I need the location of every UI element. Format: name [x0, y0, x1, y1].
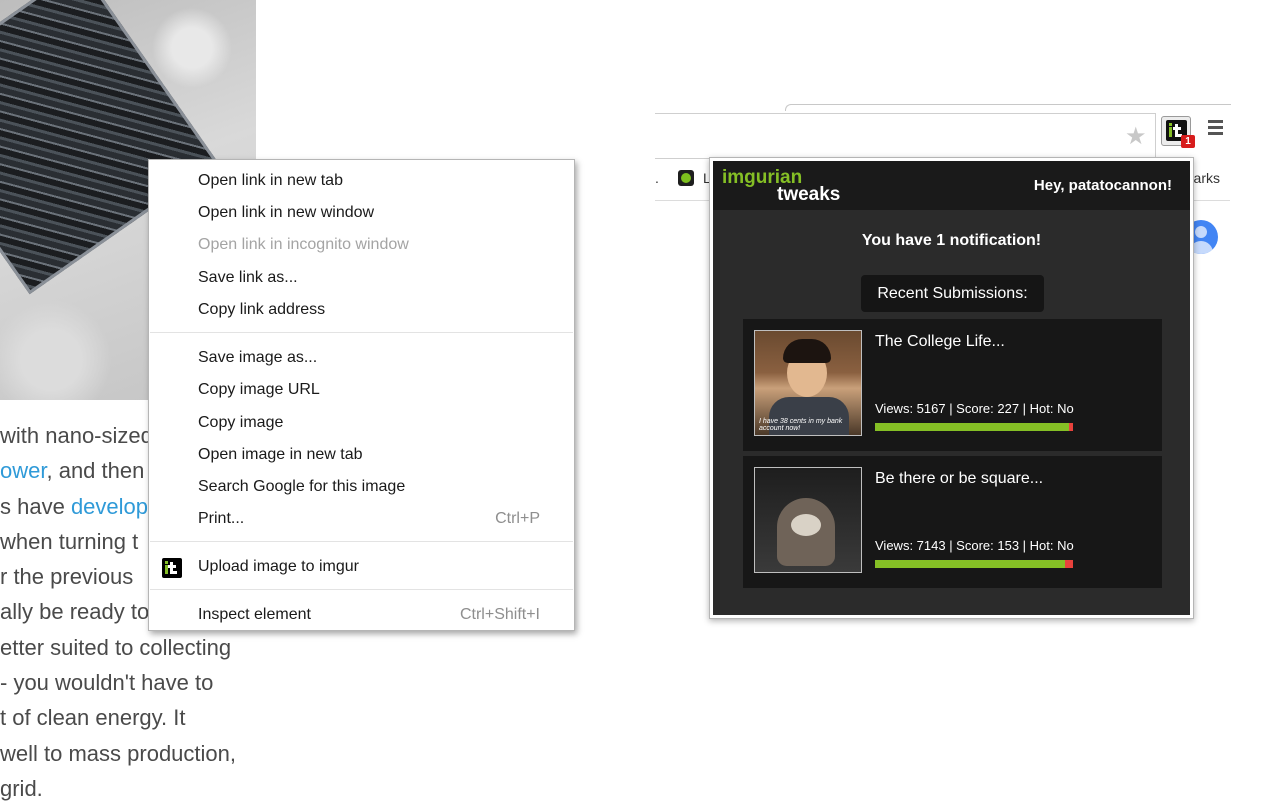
thumb-caption: I have 38 cents in my bank account now! — [759, 418, 843, 432]
menu-inspect-label: Inspect element — [198, 606, 311, 623]
score-bar-fill — [875, 560, 1066, 568]
menu-upload-imgur[interactable]: Upload image to imgur — [149, 551, 574, 583]
menu-separator — [150, 332, 573, 333]
article-line: t of clean energy. It — [0, 705, 186, 731]
score-bar-fill — [875, 423, 1070, 431]
article-link[interactable]: develop — [71, 494, 148, 519]
imgurian-extension-button[interactable]: 1 — [1161, 116, 1195, 148]
score-bar — [875, 423, 1073, 431]
menu-copy-link-address[interactable]: Copy link address — [149, 294, 574, 326]
popup-header: imgurian tweaks Hey, patatocannon! — [713, 161, 1190, 210]
submission-thumbnail[interactable] — [754, 467, 862, 573]
recent-submissions-button[interactable]: Recent Submissions: — [861, 275, 1044, 312]
submission-stats: Views: 5167 | Score: 227 | Hot: No — [875, 401, 1074, 416]
menu-copy-image-url[interactable]: Copy image URL — [149, 374, 574, 406]
menu-inspect-shortcut: Ctrl+Shift+I — [459, 606, 540, 623]
submission-stats: Views: 7143 | Score: 153 | Hot: No — [875, 538, 1074, 553]
menu-print[interactable]: Print... Ctrl+P — [149, 503, 574, 535]
article-line: etter suited to collecting — [0, 634, 232, 660]
notification-text[interactable]: You have 1 notification! — [713, 232, 1190, 250]
menu-inspect-element[interactable]: Inspect element Ctrl+Shift+I — [149, 599, 574, 631]
context-menu: Open link in new tab Open link in new wi… — [148, 159, 575, 631]
thumb-hair — [783, 339, 831, 363]
imgurian-extension-icon — [162, 558, 182, 578]
tab-edge — [785, 104, 1231, 111]
article-line: well to mass production, — [0, 740, 236, 766]
article-link[interactable]: ower — [0, 458, 46, 483]
menu-search-google-image[interactable]: Search Google for this image — [149, 471, 574, 503]
article-line: - you wouldn't have to — [0, 670, 214, 696]
submission-title[interactable]: Be there or be square... — [875, 470, 1043, 488]
submission-thumbnail[interactable]: I have 38 cents in my bank account now! — [754, 330, 862, 436]
menu-open-link-incognito: Open link in incognito window — [198, 236, 409, 253]
submission-card[interactable]: Be there or be square... Views: 7143 | S… — [743, 456, 1162, 588]
thumb-bear-face — [791, 514, 821, 536]
article-line: grid. — [0, 775, 43, 801]
menu-open-link-new-tab[interactable]: Open link in new tab — [149, 165, 574, 197]
address-bar[interactable]: ★ — [655, 113, 1156, 159]
bookmark-star-icon[interactable]: ★ — [1125, 125, 1147, 149]
menu-save-image-as[interactable]: Save image as... — [149, 342, 574, 374]
submission-title[interactable]: The College Life... — [875, 333, 1005, 351]
menu-copy-image[interactable]: Copy image — [149, 407, 574, 439]
logo-tweaks: tweaks — [777, 184, 841, 205]
menu-save-link-as[interactable]: Save link as... — [149, 262, 574, 294]
menu-upload-imgur-label: Upload image to imgur — [198, 558, 359, 575]
bookmark-overflow: . — [655, 170, 659, 186]
menu-open-link-new-window[interactable]: Open link in new window — [149, 197, 574, 229]
chrome-menu-icon[interactable] — [1208, 120, 1223, 138]
score-bar — [875, 560, 1073, 568]
menu-print-shortcut: Ctrl+P — [495, 510, 540, 527]
menu-open-image-new-tab[interactable]: Open image in new tab — [149, 439, 574, 471]
menu-print-label: Print... — [198, 510, 245, 527]
submission-card[interactable]: I have 38 cents in my bank account now! … — [743, 319, 1162, 451]
notification-badge: 1 — [1181, 135, 1195, 148]
extension-popup: imgurian tweaks Hey, patatocannon! You h… — [709, 157, 1194, 619]
menu-separator — [150, 541, 573, 542]
other-bookmarks[interactable]: arks — [1194, 170, 1220, 186]
user-greeting: Hey, patatocannon! — [1033, 177, 1172, 194]
menu-separator — [150, 589, 573, 590]
popup-body: imgurian tweaks Hey, patatocannon! You h… — [713, 161, 1190, 615]
bookmark-favicon-icon — [678, 170, 694, 186]
